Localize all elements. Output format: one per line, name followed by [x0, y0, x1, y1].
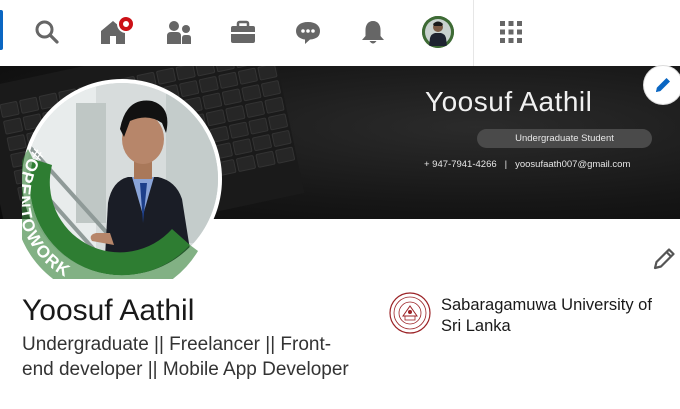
open-to-work-frame: #OPENTOWORK [22, 145, 198, 279]
grid-icon [500, 21, 522, 43]
keyboard-key [274, 146, 296, 164]
banner-separator: | [504, 159, 508, 170]
keyboard-key [2, 117, 24, 135]
keyboard-key [225, 104, 246, 123]
messaging-button[interactable] [291, 15, 325, 49]
edit-profile-button[interactable] [648, 243, 680, 275]
my-network-button[interactable] [162, 15, 196, 49]
keyboard-key [237, 67, 259, 85]
notification-badge [117, 15, 135, 33]
profile-headline: Undergraduate || Freelancer || Front-end… [22, 334, 349, 380]
nav-divider [473, 0, 474, 66]
banner-name: Yoosuf Aathil [425, 86, 593, 117]
banner-phone: + 947-7941-4266 [424, 159, 497, 170]
keyboard-key [244, 100, 266, 119]
active-indicator [0, 10, 3, 50]
banner-contact: + 947-7941-4266 | yoosufaath007@gmail.com [424, 159, 630, 170]
keyboard-key [228, 121, 250, 139]
keyboard-key [221, 88, 243, 106]
people-icon [167, 21, 191, 44]
search-icon [35, 20, 59, 44]
keyboard-key [255, 150, 276, 169]
edit-banner-button[interactable] [644, 66, 680, 104]
keyboard-key [248, 117, 269, 135]
notifications-button[interactable] [356, 15, 390, 49]
chat-icon [296, 22, 320, 44]
keyboard-key [0, 100, 20, 119]
keyboard-key [251, 133, 273, 152]
profile-name: Yoosuf Aathil [22, 294, 195, 327]
banner-title-pill: Undergraduate Student [477, 129, 652, 148]
keyboard-key [267, 113, 289, 131]
bell-icon [362, 21, 384, 44]
university-logo[interactable] [389, 292, 431, 334]
banner-email: yoosufaath007@gmail.com [515, 159, 631, 170]
me-avatar[interactable] [422, 16, 454, 48]
pencil-icon [656, 78, 670, 92]
keyboard-key [235, 154, 257, 173]
keyboard-key [241, 84, 262, 102]
keyboard-key [260, 79, 282, 98]
jobs-button[interactable] [226, 15, 260, 49]
keyboard-key [194, 66, 216, 77]
search-button[interactable] [30, 15, 64, 49]
keyboard-key [257, 66, 278, 81]
keyboard-key [232, 138, 253, 156]
pencil-icon [653, 248, 675, 270]
keyboard-key [271, 129, 292, 148]
work-menu-button[interactable] [494, 15, 528, 49]
keyboard-key [264, 96, 285, 114]
university-name[interactable]: Sabaragamuwa University of Sri Lanka [441, 295, 676, 337]
briefcase-icon [231, 20, 255, 43]
top-nav-bar [0, 0, 680, 67]
avatar-image [422, 16, 454, 48]
